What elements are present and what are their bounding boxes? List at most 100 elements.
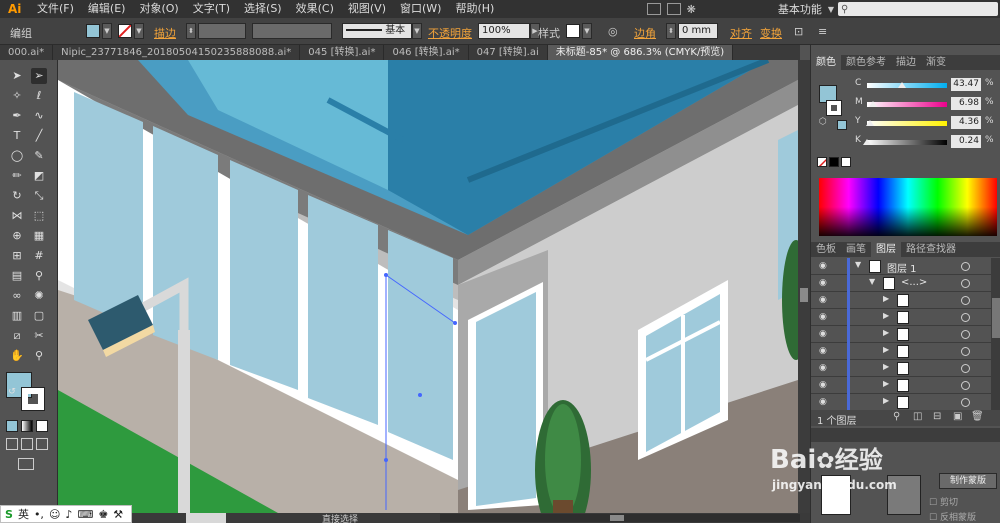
collapse-arrow-icon[interactable]: ▼: [855, 260, 861, 269]
hand-tool-icon[interactable]: ✋: [9, 348, 25, 364]
blend-tool-icon[interactable]: ∞: [9, 288, 25, 304]
selection-tool-icon[interactable]: ➤: [9, 68, 25, 84]
none-mode-icon[interactable]: [36, 420, 48, 432]
visibility-eye-icon[interactable]: ◉: [819, 397, 827, 407]
swap-colors-icon[interactable]: ↺: [4, 384, 20, 400]
document-tab[interactable]: 000.ai*: [0, 45, 54, 60]
channel-value-field[interactable]: 6.98: [951, 97, 981, 110]
color-mode-icon[interactable]: [6, 420, 18, 432]
voice-icon[interactable]: ♪: [65, 508, 72, 521]
color-panel-tab[interactable]: 颜色: [811, 55, 841, 70]
sync-icon[interactable]: ❋: [687, 3, 696, 16]
target-circle-icon[interactable]: [961, 398, 970, 407]
recolor-icon[interactable]: ◎: [608, 25, 618, 38]
variable-width-profile[interactable]: [252, 23, 332, 39]
document-tab[interactable]: 045 [转换].ai*: [300, 45, 385, 60]
visibility-eye-icon[interactable]: ◉: [819, 312, 827, 322]
align-link[interactable]: 对齐: [730, 25, 752, 41]
gradient-mode-icon[interactable]: [21, 420, 33, 432]
status-tool-label[interactable]: 直接选择: [322, 512, 358, 523]
line-tool-icon[interactable]: ╱: [31, 128, 47, 144]
stroke-weight-stepper[interactable]: ⬍: [186, 23, 196, 39]
opacity-field[interactable]: 100%: [478, 23, 530, 39]
menu-item[interactable]: 效果(C): [289, 0, 341, 18]
artboard-navigator[interactable]: [186, 513, 226, 523]
visibility-eye-icon[interactable]: ◉: [819, 346, 827, 356]
ime-language[interactable]: 英: [18, 506, 29, 522]
layers-panel-tab[interactable]: 图层: [871, 242, 901, 257]
document-tab-active[interactable]: 未标题-85* @ 686.3% (CMYK/预览): [547, 45, 734, 60]
stroke-color-box[interactable]: [21, 387, 45, 411]
punctuation-icon[interactable]: •,: [34, 508, 44, 521]
layers-scroll-thumb[interactable]: [992, 298, 1000, 338]
black-swatch[interactable]: [829, 157, 839, 167]
channel-value-field[interactable]: 43.47: [951, 78, 981, 91]
target-circle-icon[interactable]: [961, 347, 970, 356]
column-graph-tool-icon[interactable]: ▥: [9, 308, 25, 324]
make-mask-button[interactable]: 制作蒙版: [939, 473, 997, 489]
channel-slider-c[interactable]: C 43.47%: [855, 78, 1000, 92]
canvas-horizontal-scrollbar[interactable]: [440, 514, 800, 522]
delete-layer-icon[interactable]: 🗑: [971, 411, 984, 422]
document-tab[interactable]: 047 [转换].ai: [469, 45, 548, 60]
width-tool-icon[interactable]: ⋈: [9, 208, 25, 224]
search-input[interactable]: ⚲: [838, 2, 998, 16]
opacity-label[interactable]: 不透明度: [428, 25, 472, 41]
layers-scrollbar[interactable]: [991, 258, 1000, 410]
shape-builder-tool-icon[interactable]: ⊕: [9, 228, 25, 244]
channel-value-field[interactable]: 4.36: [951, 116, 981, 129]
channel-value-field[interactable]: 0.24: [951, 135, 981, 148]
expand-arrow-icon[interactable]: ▶: [883, 362, 889, 371]
target-circle-icon[interactable]: [961, 364, 970, 373]
visibility-eye-icon[interactable]: ◉: [819, 278, 827, 288]
transform-link[interactable]: 变换: [760, 25, 782, 41]
scale-tool-icon[interactable]: ⤡: [31, 188, 47, 204]
visibility-eye-icon[interactable]: ◉: [819, 329, 827, 339]
artboard-tool-icon[interactable]: ▢: [31, 308, 47, 324]
invert-mask-checkbox[interactable]: ☐ 反相蒙版: [929, 510, 976, 523]
slider-handle[interactable]: [868, 101, 877, 107]
gamut-swatch[interactable]: [837, 120, 847, 130]
magic-wand-tool-icon[interactable]: ✧: [9, 88, 25, 104]
eraser-tool-icon[interactable]: ◩: [31, 168, 47, 184]
scroll-thumb[interactable]: [800, 288, 808, 302]
canvas[interactable]: [58, 60, 798, 513]
slider-track[interactable]: [867, 121, 947, 126]
layer-name[interactable]: 图层 1: [887, 260, 917, 275]
pen-tool-icon[interactable]: ✒: [9, 108, 25, 124]
bridge-icon[interactable]: [646, 3, 661, 15]
menu-item[interactable]: 帮助(H): [448, 0, 501, 18]
menu-item[interactable]: 窗口(W): [393, 0, 448, 18]
visibility-eye-icon[interactable]: ◉: [819, 261, 827, 271]
document-tab[interactable]: 046 [转换].ai*: [384, 45, 469, 60]
white-swatch[interactable]: [841, 157, 851, 167]
clip-checkbox[interactable]: ☐ 剪切: [929, 495, 958, 508]
screen-mode-icon[interactable]: [18, 458, 34, 470]
locate-object-icon[interactable]: ⚲: [893, 411, 900, 422]
isolate-group-icon[interactable]: ⊡: [794, 25, 803, 38]
menu-item[interactable]: 视图(V): [341, 0, 393, 18]
graphic-style-swatch[interactable]: [566, 24, 580, 38]
scissors-tool-icon[interactable]: ✂: [31, 328, 47, 344]
target-circle-icon[interactable]: [961, 381, 970, 390]
color-panel-tab[interactable]: 颜色参考: [841, 55, 891, 70]
fill-dropdown[interactable]: ▼: [102, 23, 112, 39]
menu-item[interactable]: 选择(S): [237, 0, 289, 18]
visibility-eye-icon[interactable]: ◉: [819, 363, 827, 373]
chevron-down-icon[interactable]: ▼: [828, 5, 834, 14]
gradient-tool-icon[interactable]: ▤: [9, 268, 25, 284]
layers-panel-tab[interactable]: 路径查找器: [901, 242, 961, 257]
target-circle-icon[interactable]: [961, 296, 970, 305]
draw-behind-icon[interactable]: [21, 438, 33, 450]
slice-tool-icon[interactable]: ⧄: [9, 328, 25, 344]
type-tool-icon[interactable]: T: [9, 128, 25, 144]
skin-icon[interactable]: ♚: [98, 508, 108, 521]
mesh-tool-icon[interactable]: #: [31, 248, 47, 264]
channel-slider-m[interactable]: M 6.98%: [855, 97, 1000, 111]
ellipse-tool-icon[interactable]: ◯: [9, 148, 25, 164]
corner-stepper[interactable]: ⬍: [666, 23, 676, 39]
color-panel-tab[interactable]: 渐变: [921, 55, 951, 70]
collapse-arrow-icon[interactable]: ▼: [869, 277, 875, 286]
color-panel-tab[interactable]: 描边: [891, 55, 921, 70]
color-panel-stroke-box[interactable]: [826, 100, 842, 116]
